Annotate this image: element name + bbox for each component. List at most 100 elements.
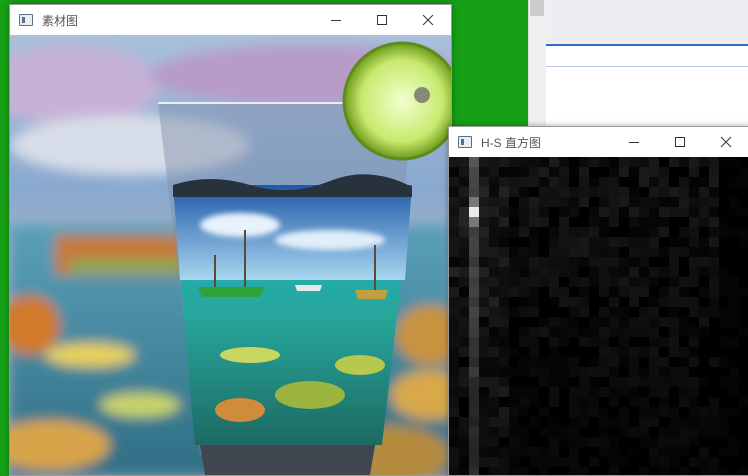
histogram-bin [659,377,669,387]
histogram-bin [609,267,619,277]
histogram-bin [549,337,559,347]
histogram-bin [479,197,489,207]
histogram-bin [589,327,599,337]
histogram-bin [449,457,459,467]
histogram-bin [569,257,579,267]
histogram-bin [639,177,649,187]
histogram-bin [499,177,509,187]
source-image-window[interactable]: 素材图 [9,4,452,476]
histogram-canvas [449,157,748,475]
histogram-bin [629,367,639,377]
histogram-bin [649,267,659,277]
background-app-toolbar [546,0,748,44]
histogram-bin [609,347,619,357]
histogram-bin [459,197,469,207]
histogram-bin [509,387,519,397]
histogram-window[interactable]: H-S 直方图 [448,126,748,476]
histogram-bin [709,177,719,187]
histogram-bin [679,277,689,287]
histogram-bin [709,187,719,197]
source-image-canvas [10,35,451,475]
histogram-bin [679,327,689,337]
histogram-bin [509,367,519,377]
histogram-bin [609,297,619,307]
histogram-bin [459,417,469,427]
histogram-bin [449,357,459,367]
histogram-bin [689,177,699,187]
histogram-bin [489,207,499,217]
histogram-bin [609,437,619,447]
histogram-bin [549,187,559,197]
histogram-bin [639,407,649,417]
histogram-bin [569,437,579,447]
minimize-icon [331,20,341,21]
histogram-bin [539,187,549,197]
histogram-bin [619,157,629,167]
histogram-bin [469,317,479,327]
background-app-accent-line [546,44,748,46]
close-button[interactable] [405,5,451,35]
histogram-bin [519,437,529,447]
histogram-bin [489,227,499,237]
maximize-button[interactable] [359,5,405,35]
histogram-bin [529,167,539,177]
histogram-bin [599,387,609,397]
histogram-bin [449,197,459,207]
histogram-bin [489,357,499,367]
histogram-bin [679,447,689,457]
source-window-titlebar[interactable]: 素材图 [10,5,451,35]
histogram-bin [689,227,699,237]
histogram-bin [469,197,479,207]
histogram-bin [629,197,639,207]
histogram-bin [449,277,459,287]
histogram-bin [489,197,499,207]
histogram-bin [669,317,679,327]
histogram-bin [629,167,639,177]
maximize-button[interactable] [657,127,703,157]
histogram-bin [589,217,599,227]
histogram-bin [729,307,739,317]
histogram-bin [559,297,569,307]
histogram-bin [619,237,629,247]
minimize-button[interactable] [611,127,657,157]
histogram-bin [719,417,729,427]
histogram-bin [579,167,589,177]
histogram-bin [609,447,619,457]
histogram-bin [449,187,459,197]
histogram-bin [479,457,489,467]
scrollbar-thumb[interactable] [530,0,544,16]
histogram-bin [469,417,479,427]
histogram-bin [629,427,639,437]
histogram-bin [479,407,489,417]
histogram-bin [469,217,479,227]
histogram-window-titlebar[interactable]: H-S 直方图 [449,127,748,157]
histogram-bin [599,177,609,187]
histogram-bin [519,187,529,197]
histogram-bin [469,287,479,297]
histogram-bin [539,197,549,207]
histogram-bin [479,447,489,457]
minimize-button[interactable] [313,5,359,35]
histogram-bin [619,187,629,197]
histogram-bin [459,437,469,447]
histogram-bin [449,387,459,397]
histogram-bin [689,457,699,467]
histogram-bin [739,167,748,177]
histogram-bin [569,167,579,177]
source-window-title: 素材图 [42,13,79,28]
close-button[interactable] [703,127,748,157]
histogram-bin [669,187,679,197]
histogram-bin [559,167,569,177]
histogram-bin [579,437,589,447]
histogram-bin [509,347,519,357]
histogram-bin [469,297,479,307]
histogram-bin [519,157,529,167]
histogram-bin [469,277,479,287]
histogram-bin [549,457,559,467]
histogram-bin [489,337,499,347]
histogram-bin [689,257,699,267]
histogram-bin [729,387,739,397]
histogram-bin [539,357,549,367]
histogram-bin [489,367,499,377]
histogram-bin [739,177,748,187]
